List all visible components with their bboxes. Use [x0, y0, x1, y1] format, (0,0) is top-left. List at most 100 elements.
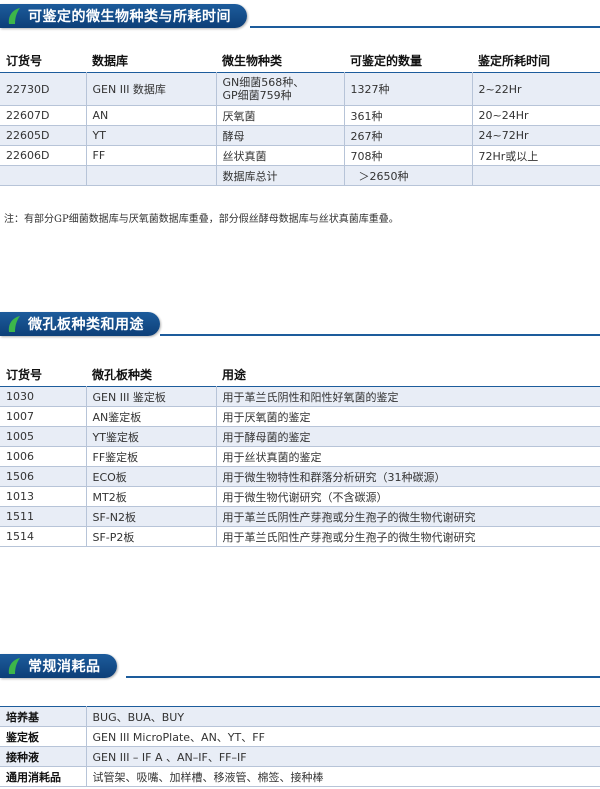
cell: 361种 — [343, 105, 472, 126]
cell: 2~22Hr — [471, 72, 600, 106]
col-header-order-no: 订货号 — [6, 54, 43, 68]
table-row: 1506 ECO板 用于微生物特性和群落分析研究（31种碳源） — [0, 466, 600, 487]
cell: SF-N2板 — [85, 506, 216, 527]
section2-rule — [160, 334, 600, 336]
cell: AN鉴定板 — [85, 406, 216, 427]
cell: GEN III – IF A 、AN–IF、FF–IF — [85, 746, 600, 767]
cell: 708种 — [343, 145, 472, 166]
cell: 通用消耗品 — [6, 770, 61, 784]
cell: GEN III 鉴定板 — [85, 386, 216, 407]
cell: 22606D — [6, 149, 50, 162]
section3-rule — [126, 676, 600, 678]
col-header-time: 鉴定所耗时间 — [478, 54, 551, 68]
cell: 1005 — [6, 430, 34, 443]
cell: 267种 — [343, 125, 472, 146]
cell: ECO板 — [85, 466, 216, 487]
table-row: 22605D YT 酵母 267种 24~72Hr — [0, 125, 600, 146]
cell: 用于革兰氏阴性和阳性好氧菌的鉴定 — [215, 386, 600, 407]
cell: 试管架、吸嘴、加样槽、移液管、棉签、接种棒 — [85, 766, 600, 787]
cell: 20~24Hr — [471, 105, 600, 126]
table-row: 通用消耗品 试管架、吸嘴、加样槽、移液管、棉签、接种棒 — [0, 766, 600, 787]
cell: YT — [85, 125, 216, 146]
cell: 用于微生物特性和群落分析研究（31种碳源） — [215, 466, 600, 487]
cell: BUG、BUA、BUY — [85, 706, 600, 727]
cell: 22607D — [6, 109, 50, 122]
col-header-plate-type: 微孔板种类 — [92, 368, 153, 382]
cell: GEN III MicroPlate、AN、YT、FF — [85, 726, 600, 747]
col-header-count: 可鉴定的数量 — [350, 54, 423, 68]
table-row: 1511 SF-N2板 用于革兰氏阴性产芽孢或分生孢子的微生物代谢研究 — [0, 506, 600, 527]
cell: AN — [85, 105, 216, 126]
table-row: 1006 FF鉴定板 用于丝状真菌的鉴定 — [0, 446, 600, 467]
table-row: 鉴定板 GEN III MicroPlate、AN、YT、FF — [0, 726, 600, 747]
cell: 用于酵母菌的鉴定 — [215, 426, 600, 447]
cell: GN细菌568种、 GP细菌759种 — [215, 72, 344, 106]
cell: 24~72Hr — [471, 125, 600, 146]
table-row: 22730D GEN III 数据库 GN细菌568种、 GP细菌759种 13… — [0, 72, 600, 106]
cell: YT鉴定板 — [85, 426, 216, 447]
table-total-row: 数据库总计 ＞2650种 — [0, 165, 600, 186]
cell: 数据库总计 — [215, 165, 344, 186]
cell: 用于微生物代谢研究（不含碳源） — [215, 486, 600, 507]
footnote: 注：有部分GP细菌数据库与厌氧菌数据库重叠，部分假丝酵母数据库与丝状真菌库重叠。 — [4, 214, 399, 225]
cell: 用于革兰氏阴性产芽孢或分生孢子的微生物代谢研究 — [215, 506, 600, 527]
section2-header: 微孔板种类和用途 — [0, 312, 160, 336]
table-header-row: 订货号 微孔板种类 用途 — [0, 366, 600, 387]
section1-rule — [250, 26, 600, 28]
table-row: 22606D FF 丝状真菌 708种 72Hr或以上 — [0, 145, 600, 166]
section1-header: 可鉴定的微生物种类与所耗时间 — [0, 4, 247, 28]
cell: 1007 — [6, 410, 34, 423]
col-header-order-no: 订货号 — [6, 368, 43, 382]
section2-title-bar: 微孔板种类和用途 — [0, 312, 160, 336]
cell: SF-P2板 — [85, 526, 216, 547]
cell: 1030 — [6, 390, 34, 403]
cell: GEN III 数据库 — [85, 72, 216, 106]
consumables-table: 培养基 BUG、BUA、BUY 鉴定板 GEN III MicroPlate、AN、… — [0, 706, 600, 787]
col-header-species: 微生物种类 — [222, 54, 283, 68]
cell — [471, 165, 600, 186]
cell: 培养基 — [6, 710, 39, 724]
table-row: 1005 YT鉴定板 用于酵母菌的鉴定 — [0, 426, 600, 447]
cell: FF — [85, 145, 216, 166]
cell — [0, 166, 86, 186]
section1-title: 可鉴定的微生物种类与所耗时间 — [28, 9, 231, 25]
cell: 用于革兰氏阳性产芽孢或分生孢子的微生物代谢研究 — [215, 526, 600, 547]
cell: 酵母 — [215, 125, 344, 146]
table-row: 培养基 BUG、BUA、BUY — [0, 706, 600, 727]
section3-title: 常规消耗品 — [28, 659, 101, 675]
cell: 用于厌氧菌的鉴定 — [215, 406, 600, 427]
leaf-icon — [8, 316, 20, 332]
section2-title: 微孔板种类和用途 — [28, 317, 144, 333]
cell: 72Hr或以上 — [471, 145, 600, 166]
cell: 1506 — [6, 470, 34, 483]
section1-title-bar: 可鉴定的微生物种类与所耗时间 — [0, 4, 247, 28]
table-row: 1030 GEN III 鉴定板 用于革兰氏阴性和阳性好氧菌的鉴定 — [0, 386, 600, 407]
col-header-database: 数据库 — [92, 54, 129, 68]
cell — [85, 165, 216, 186]
leaf-icon — [8, 658, 20, 674]
cell: 22730D — [6, 82, 50, 96]
cell: 鉴定板 — [6, 730, 39, 744]
cell: 22605D — [6, 129, 50, 142]
table-row: 1007 AN鉴定板 用于厌氧菌的鉴定 — [0, 406, 600, 427]
table-row: 1013 MT2板 用于微生物代谢研究（不含碳源） — [0, 486, 600, 507]
cell: 1511 — [6, 510, 34, 523]
cell: 接种液 — [6, 750, 39, 764]
cell: 1006 — [6, 450, 34, 463]
cell: 1327种 — [343, 72, 472, 106]
cell: 丝状真菌 — [215, 145, 344, 166]
table-row: 接种液 GEN III – IF A 、AN–IF、FF–IF — [0, 746, 600, 767]
leaf-icon — [8, 8, 20, 24]
table-row: 1514 SF-P2板 用于革兰氏阳性产芽孢或分生孢子的微生物代谢研究 — [0, 526, 600, 547]
cell: FF鉴定板 — [85, 446, 216, 467]
cell: ＞2650种 — [343, 165, 472, 186]
cell: 1514 — [6, 530, 34, 543]
cell: MT2板 — [85, 486, 216, 507]
microplate-table: 订货号 微孔板种类 用途 1030 GEN III 鉴定板 用于革兰氏阴性和阳性好氧… — [0, 366, 600, 547]
cell: 厌氧菌 — [215, 105, 344, 126]
col-header-usage: 用途 — [222, 368, 247, 382]
table-row: 22607D AN 厌氧菌 361种 20~24Hr — [0, 105, 600, 126]
cell: 1013 — [6, 490, 34, 503]
cell: 用于丝状真菌的鉴定 — [215, 446, 600, 467]
table-header-row: 订货号 数据库 微生物种类 可鉴定的数量 鉴定所耗时间 — [0, 52, 600, 73]
